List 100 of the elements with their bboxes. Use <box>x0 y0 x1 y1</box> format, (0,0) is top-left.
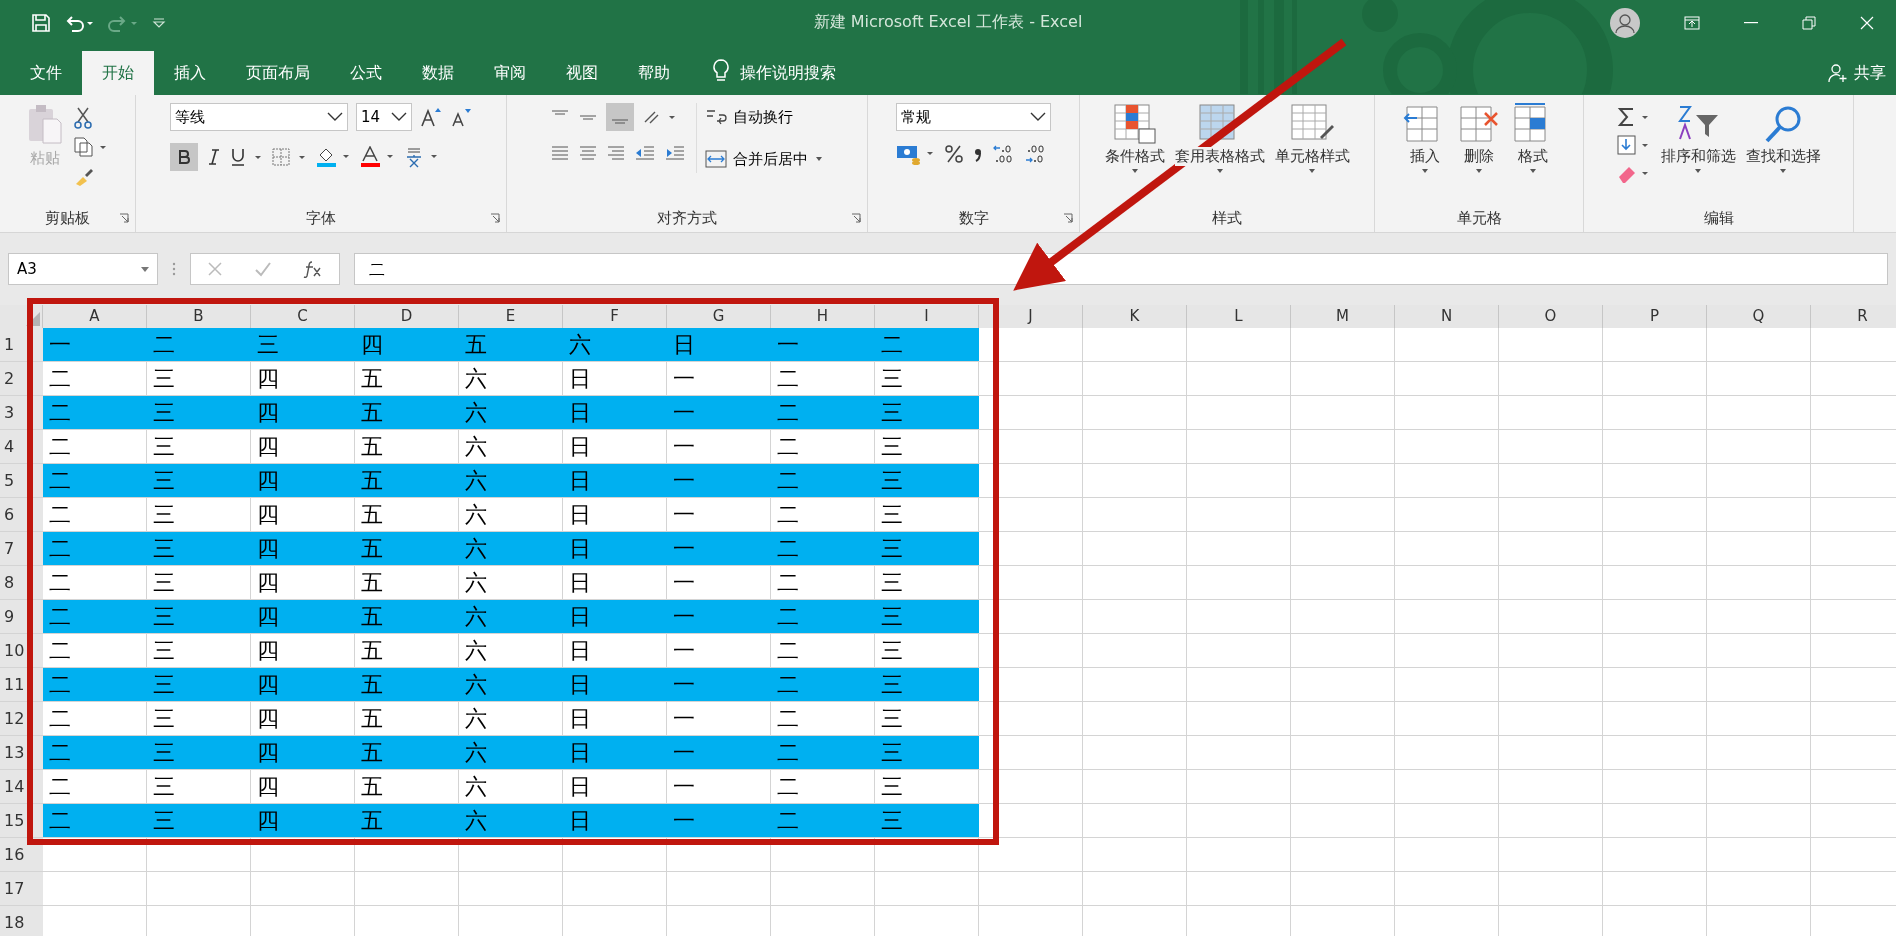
caret-icon[interactable] <box>1778 168 1788 174</box>
lightbulb-icon[interactable] <box>712 59 730 83</box>
merge-icon[interactable] <box>705 150 727 168</box>
dialog-launcher-icon[interactable] <box>119 213 129 223</box>
italic-icon[interactable] <box>206 149 222 165</box>
window-title: 新建 Microsoft Excel 工作表 - Excel <box>813 12 1083 33</box>
ribbon-tab[interactable]: 审阅 <box>474 51 546 95</box>
ribbon-button[interactable]: 插入 <box>1403 103 1447 174</box>
share-person-icon[interactable] <box>1828 63 1848 83</box>
column-header[interactable]: Q <box>1707 305 1811 328</box>
font-color-icon[interactable] <box>360 146 396 168</box>
ribbon-tab[interactable]: 开始 <box>82 51 154 95</box>
checkmark-icon[interactable] <box>254 261 272 277</box>
customize-icon[interactable] <box>152 15 166 30</box>
column-header[interactable]: O <box>1499 305 1603 328</box>
ribbon-button[interactable]: 单元格样式 <box>1274 103 1350 174</box>
copy-icon[interactable] <box>72 137 109 157</box>
row-header[interactable]: 16 <box>0 838 43 871</box>
name-box[interactable]: A3 <box>8 253 158 285</box>
undo-icon[interactable] <box>64 13 94 32</box>
currency-icon[interactable] <box>896 143 936 165</box>
decrease-indent-icon[interactable] <box>634 145 656 161</box>
row-header[interactable]: 17 <box>0 872 43 905</box>
ribbon-button[interactable]: 格式 <box>1511 103 1555 174</box>
column-header[interactable]: M <box>1291 305 1395 328</box>
table-cell: 三 <box>875 804 979 837</box>
caret-icon[interactable] <box>141 266 149 272</box>
ribbon-tab[interactable]: 文件 <box>10 51 82 95</box>
ribbon-tab[interactable]: 帮助 <box>618 51 690 95</box>
caret-icon[interactable] <box>1129 168 1140 174</box>
scissors-icon[interactable] <box>72 107 93 129</box>
grow-font-icon[interactable] <box>420 107 442 127</box>
ribbon-tab[interactable]: 数据 <box>402 51 474 95</box>
ribbon-tab[interactable]: 公式 <box>330 51 402 95</box>
column-header[interactable]: K <box>1083 305 1187 328</box>
ribbon-button[interactable]: 排序和筛选 <box>1660 103 1736 174</box>
number-format-field[interactable]: 常规 <box>896 103 1051 131</box>
table-cell: 三 <box>875 736 979 769</box>
account-avatar-icon[interactable] <box>1610 7 1640 38</box>
dialog-launcher-icon[interactable] <box>490 213 500 223</box>
increase-indent-icon[interactable] <box>664 145 686 161</box>
minimize-icon[interactable] <box>1744 21 1758 24</box>
table-cell-text: 一 <box>672 501 696 529</box>
table-cell-text: 三 <box>152 569 176 597</box>
restore-icon[interactable] <box>1802 15 1816 30</box>
fill-down-icon[interactable] <box>1616 135 1651 155</box>
merge-center-button[interactable]: 合并后居中 <box>705 145 824 173</box>
fill-color-icon[interactable] <box>316 146 352 168</box>
bold-button[interactable] <box>170 143 198 171</box>
tell-me-search[interactable]: 操作说明搜索 <box>740 51 836 95</box>
share-button[interactable]: 共享 <box>1854 51 1886 95</box>
percent-icon[interactable] <box>944 144 964 164</box>
close-icon[interactable] <box>1860 15 1874 30</box>
column-header[interactable]: R <box>1811 305 1896 328</box>
sum-icon[interactable] <box>1616 107 1651 127</box>
column-header[interactable]: L <box>1187 305 1291 328</box>
formula-field[interactable]: 二 <box>354 253 1888 285</box>
ribbon-button[interactable]: 条件格式 <box>1104 103 1165 174</box>
dropdown-chevron-icon[interactable] <box>327 112 343 122</box>
caret-icon[interactable] <box>1693 168 1703 174</box>
underline-icon[interactable] <box>230 148 264 166</box>
ribbon-button[interactable]: 删除 <box>1457 103 1501 174</box>
borders-icon[interactable] <box>272 148 308 166</box>
table-cell-text: 二 <box>48 569 72 597</box>
font-name-field[interactable]: 等线 <box>170 103 348 131</box>
phonetic-guide-icon[interactable] <box>404 146 440 168</box>
dropdown-chevron-icon[interactable] <box>1030 112 1046 122</box>
table-cell: 五 <box>355 396 459 429</box>
table-cell-text: 一 <box>672 365 696 393</box>
table-cell: 一 <box>667 736 771 769</box>
ribbon-tab[interactable]: 页面布局 <box>226 51 330 95</box>
ribbon-tab[interactable]: 插入 <box>154 51 226 95</box>
row-header[interactable]: 18 <box>0 906 43 936</box>
column-header[interactable]: N <box>1395 305 1499 328</box>
ribbon-button[interactable]: 套用表格格式 <box>1174 103 1265 174</box>
group-label: 字体 <box>306 208 336 228</box>
dialog-launcher-icon[interactable] <box>1063 213 1073 223</box>
ribbon-tab[interactable]: 视图 <box>546 51 618 95</box>
dialog-launcher-icon[interactable] <box>851 213 861 223</box>
shrink-font-icon[interactable] <box>450 107 472 127</box>
caret-icon[interactable] <box>1474 168 1484 174</box>
dropdown-chevron-icon[interactable] <box>391 112 407 122</box>
wrap-text-icon[interactable] <box>705 107 727 127</box>
caret-icon[interactable] <box>1307 168 1317 174</box>
column-header[interactable]: P <box>1603 305 1707 328</box>
table-cell-text: 日 <box>568 637 592 665</box>
caret-icon[interactable] <box>1420 168 1430 174</box>
caret-icon[interactable] <box>1528 168 1538 174</box>
font-size-field[interactable]: 14 <box>356 103 412 131</box>
table-cell: 三 <box>875 464 979 497</box>
save-icon[interactable] <box>32 13 50 32</box>
ribbon-button[interactable]: 查找和选择 <box>1745 103 1821 174</box>
caret-icon[interactable] <box>814 156 824 162</box>
table-cell-text: 日 <box>568 705 592 733</box>
paste-clipboard-icon[interactable] <box>26 103 63 145</box>
wrap-text-button[interactable]: 自动换行 <box>705 103 824 131</box>
table-cell-text: 日 <box>568 433 592 461</box>
bold-icon[interactable] <box>178 150 190 164</box>
caret-icon[interactable] <box>1214 168 1225 174</box>
ribbon-display-icon[interactable] <box>1684 15 1700 30</box>
